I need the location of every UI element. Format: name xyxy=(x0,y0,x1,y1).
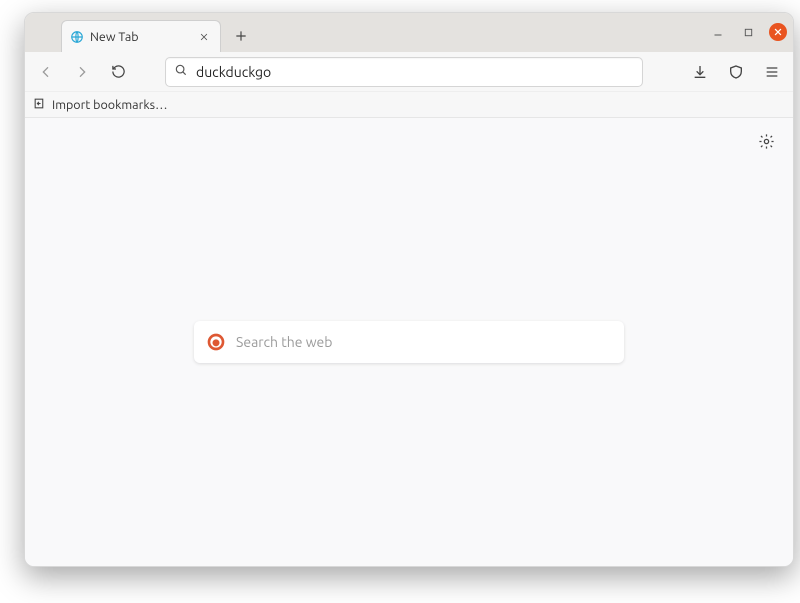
shield-icon[interactable] xyxy=(723,59,749,85)
bookmarks-toolbar: Import bookmarks… xyxy=(25,92,793,118)
browser-tab[interactable]: New Tab xyxy=(61,20,221,52)
maximize-button[interactable] xyxy=(739,23,757,41)
reload-button[interactable] xyxy=(105,59,131,85)
new-tab-button[interactable] xyxy=(227,22,255,50)
close-tab-button[interactable] xyxy=(196,29,212,45)
tab-bar: New Tab xyxy=(25,13,793,52)
minimize-button[interactable] xyxy=(709,23,727,41)
address-bar[interactable] xyxy=(165,57,643,87)
import-icon xyxy=(33,97,46,113)
close-window-button[interactable] xyxy=(769,23,787,41)
browser-window: New Tab xyxy=(24,12,794,567)
forward-button[interactable] xyxy=(69,59,95,85)
duckduckgo-icon xyxy=(206,332,226,352)
back-button[interactable] xyxy=(33,59,59,85)
menu-button[interactable] xyxy=(759,59,785,85)
search-icon xyxy=(174,63,188,81)
import-bookmarks-label: Import bookmarks… xyxy=(52,98,168,112)
newtab-settings-button[interactable] xyxy=(755,130,777,152)
page-content xyxy=(25,118,793,566)
globe-icon xyxy=(70,30,84,44)
newtab-search-box[interactable] xyxy=(194,321,624,363)
window-controls xyxy=(709,23,787,41)
import-bookmarks-button[interactable]: Import bookmarks… xyxy=(33,97,168,113)
newtab-search-input[interactable] xyxy=(236,334,612,350)
address-input[interactable] xyxy=(196,64,634,80)
navigation-toolbar xyxy=(25,52,793,92)
tab-title: New Tab xyxy=(90,30,190,44)
downloads-button[interactable] xyxy=(687,59,713,85)
